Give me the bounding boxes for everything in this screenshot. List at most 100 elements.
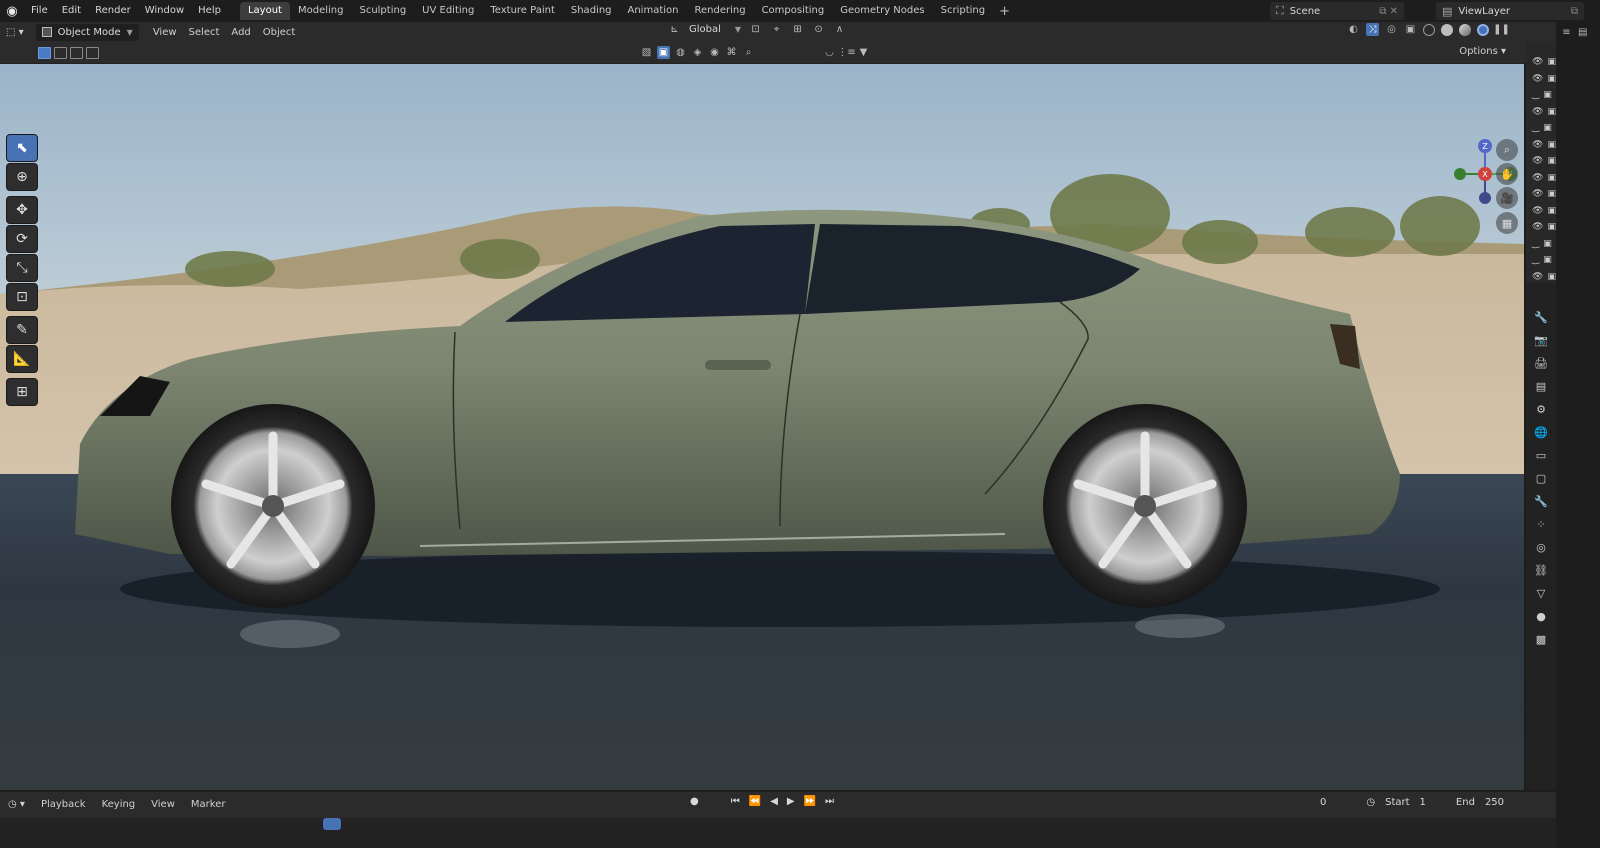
outliner-row[interactable]: 👁 ▣ [1526,153,1556,170]
collection-properties-icon[interactable]: ▭ [1530,444,1552,467]
eye-icon[interactable]: 👁 [1532,156,1543,166]
search-icon[interactable]: ⌕ [742,46,755,59]
camera-render-icon[interactable]: ▣ [1547,107,1556,117]
add-workspace-button[interactable]: + [993,4,1016,19]
options-dropdown[interactable]: Options ▾ [1459,46,1506,57]
select-subtract-icon[interactable] [70,47,83,59]
menu-add[interactable]: Add [225,23,256,41]
view-layer-selector[interactable]: ▤ ViewLayer ⧉ [1436,2,1584,20]
play-icon[interactable]: ▶ [787,796,795,807]
eye-icon[interactable]: 👁 [1532,206,1543,216]
blender-logo-icon[interactable]: ◉ [0,0,24,22]
output-properties-icon[interactable]: 🖨 [1530,352,1552,375]
rendered-shading-icon[interactable] [1477,23,1489,36]
outliner-row[interactable]: ‿ ▣ [1526,236,1556,253]
data-properties-icon[interactable]: ▽ [1530,582,1552,605]
texture-icon[interactable]: ◈ [691,46,704,59]
eye-icon[interactable]: 👁 [1532,189,1543,199]
transform-tool-icon[interactable]: ⊡ [6,283,38,311]
proportional-edit-icon[interactable]: ⊙ [812,23,825,36]
clock-icon[interactable]: ◷ [1366,797,1375,808]
camera-render-icon[interactable]: ▣ [1547,140,1556,150]
timeline-ruler[interactable] [0,818,1556,848]
material-shading-icon[interactable] [1459,23,1471,36]
object-select-icon[interactable]: ▣ [657,46,670,59]
tab-rendering[interactable]: Rendering [686,2,753,20]
menu-window[interactable]: Window [138,0,191,22]
scene-selector[interactable]: ⛶ Scene ⧉ ✕ [1270,2,1404,20]
menu-file[interactable]: File [24,0,55,22]
add-cube-tool-icon[interactable]: ⊞ [6,378,38,406]
measure-tool-icon[interactable]: 📐 [6,345,38,373]
snap-target-icon[interactable]: ⊞ [791,23,804,36]
rotate-tool-icon[interactable]: ⟳ [6,225,38,253]
view-layer-properties-icon[interactable]: ▤ [1530,375,1552,398]
particles-properties-icon[interactable]: ⁘ [1530,513,1552,536]
material-properties-icon[interactable]: ● [1530,605,1552,628]
start-field[interactable]: 1 [1420,797,1426,808]
tab-modeling[interactable]: Modeling [290,2,352,20]
tab-shading[interactable]: Shading [563,2,620,20]
outliner-row[interactable]: ‿ ▣ [1526,87,1556,104]
menu-object[interactable]: Object [257,23,302,41]
eye-closed-icon[interactable]: ‿ [1532,255,1539,265]
layer-icon[interactable]: ▧ [640,46,653,59]
playhead[interactable] [323,818,341,830]
overlay-icon[interactable]: ◎ [1385,23,1398,36]
eye-closed-icon[interactable]: ‿ [1532,123,1539,133]
tab-uv-editing[interactable]: UV Editing [414,2,482,20]
outliner-row[interactable]: 👁 ▣ [1526,203,1556,220]
select-new-icon[interactable] [38,47,51,59]
annotate-tool-icon[interactable]: ✎ [6,316,38,344]
orientation-label[interactable]: Global [689,24,721,35]
3d-viewport[interactable]: ⬉ ⊕ ✥ ⟳ ⤡ ⊡ ✎ 📐 ⊞ Z X Y ⌕ ✋ 🎥 ▦ [0,64,1524,790]
menu-edit[interactable]: Edit [55,0,88,22]
arc-icon[interactable]: ◡ [823,46,836,59]
snap-icon[interactable]: ⌖ [770,23,783,36]
cursor-tool-icon[interactable]: ⊕ [6,163,38,191]
menu-marker[interactable]: Marker [183,799,234,810]
camera-render-icon[interactable]: ▣ [1547,173,1556,183]
camera-render-icon[interactable]: ▣ [1547,57,1556,67]
visibility-icon[interactable]: ◐ [1347,23,1360,36]
outliner-row[interactable]: ‿ ▣ [1526,252,1556,269]
mode-selector[interactable]: Object Mode ▼ [35,23,139,41]
play-reverse-icon[interactable]: ◀ [770,796,778,807]
menu-help[interactable]: Help [191,0,228,22]
world-icon[interactable]: ◉ [708,46,721,59]
view-layer-actions-icon[interactable]: ⧉ [1571,6,1578,17]
gizmo-toggle-icon[interactable]: ⤨ [1366,23,1379,36]
wireframe-shading-icon[interactable] [1423,23,1435,36]
constraints-properties-icon[interactable]: ⛓ [1530,559,1552,582]
eye-closed-icon[interactable]: ‿ [1532,239,1539,249]
timeline-editor-type-icon[interactable]: ◷ ▾ [0,799,33,810]
texture-properties-icon[interactable]: ▩ [1530,628,1552,651]
camera-render-icon[interactable]: ▣ [1547,222,1556,232]
eye-icon[interactable]: 👁 [1532,272,1543,282]
render-properties-icon[interactable]: 📷 [1530,329,1552,352]
eye-icon[interactable]: 👁 [1532,74,1543,84]
solid-shading-icon[interactable] [1441,23,1453,36]
camera-render-icon[interactable]: ▣ [1547,189,1556,199]
scene-actions-icon[interactable]: ⧉ ✕ [1379,6,1398,17]
grid-icon[interactable]: ▦ [1496,212,1518,234]
object-properties-icon[interactable]: ▢ [1530,467,1552,490]
jump-end-icon[interactable]: ⏭ [825,796,834,807]
menu-view[interactable]: View [147,23,183,41]
end-field[interactable]: 250 [1485,797,1504,808]
menu-keying[interactable]: Keying [94,799,144,810]
camera-icon[interactable]: 🎥 [1496,187,1518,209]
menu-render[interactable]: Render [88,0,138,22]
menu-playback[interactable]: Playback [33,799,94,810]
tab-compositing[interactable]: Compositing [754,2,833,20]
outliner-row[interactable]: 👁 ▣ [1526,137,1556,154]
xray-icon[interactable]: ▣ [1404,23,1417,36]
outliner-filter-icon[interactable]: ≡ [1560,26,1573,39]
outliner-row[interactable]: 👁 ▣ [1526,170,1556,187]
modifier-properties-icon[interactable]: 🔧 [1530,490,1552,513]
tool-properties-icon[interactable]: 🔧 [1530,306,1552,329]
move-tool-icon[interactable]: ✥ [6,196,38,224]
eye-icon[interactable]: 👁 [1532,173,1543,183]
scale-tool-icon[interactable]: ⤡ [6,254,38,282]
camera-render-icon[interactable]: ▣ [1543,255,1552,265]
